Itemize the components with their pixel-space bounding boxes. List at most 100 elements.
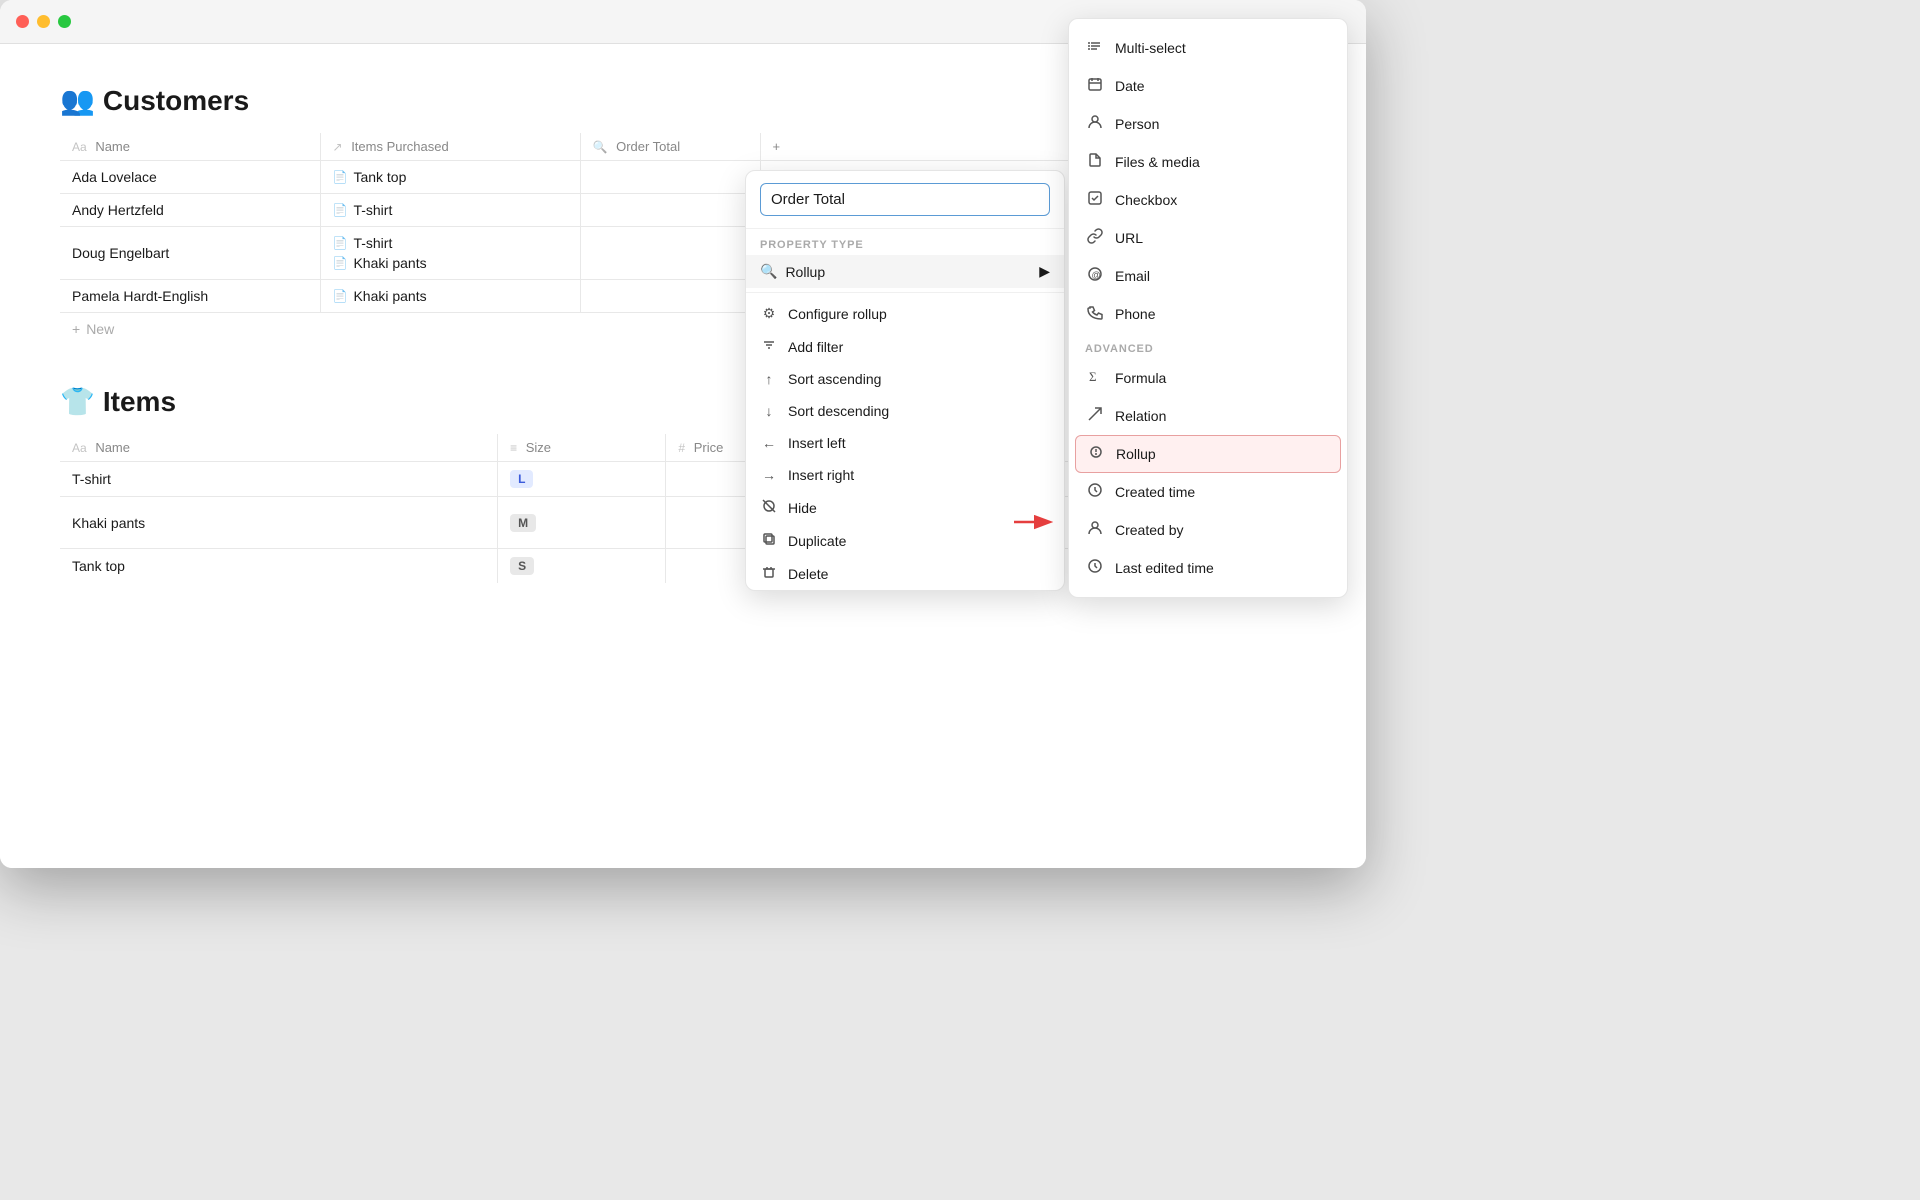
customers-emoji: 👥: [60, 84, 95, 117]
app-window: 👥 Customers ··· Aa Name ↗ I: [0, 0, 1366, 868]
date-icon: [1085, 76, 1105, 96]
created-time-label: Created time: [1115, 484, 1195, 500]
last-edited-time-option[interactable]: Last edited time: [1069, 549, 1347, 587]
name-col-icon: Aa: [72, 140, 87, 154]
customer-name-pamela: Pamela Hardt-English: [60, 280, 320, 313]
items-title-text: Items: [103, 386, 176, 418]
relation-option[interactable]: Relation: [1069, 397, 1347, 435]
svg-text:@: @: [1092, 270, 1101, 280]
person-option[interactable]: Person: [1069, 105, 1347, 143]
item-doc-icon: 📄: [333, 203, 348, 217]
add-filter-label: Add filter: [788, 339, 843, 355]
item-name-tshirt: T-shirt: [60, 462, 498, 497]
menu-divider: [746, 292, 1064, 293]
column-name-input[interactable]: [760, 183, 1050, 216]
gear-icon: ⚙: [760, 305, 778, 322]
customers-col-name[interactable]: Aa Name: [60, 133, 320, 161]
insert-right-icon: →: [760, 467, 778, 483]
phone-label: Phone: [1115, 306, 1155, 322]
configure-rollup-label: Configure rollup: [788, 306, 887, 322]
last-edited-time-icon: [1085, 558, 1105, 578]
multiselect-option[interactable]: Multi-select: [1069, 29, 1347, 67]
column-name-input-row: [746, 171, 1064, 229]
items-col-size-label: Size: [526, 440, 551, 455]
trash-icon: [760, 565, 778, 582]
items-col-size[interactable]: ≡ Size: [498, 434, 666, 462]
sort-descending-label: Sort descending: [788, 403, 889, 419]
insert-left-item[interactable]: ← Insert left: [746, 427, 1064, 459]
sort-desc-icon: ↓: [760, 403, 778, 419]
created-by-option[interactable]: Created by: [1069, 511, 1347, 549]
delete-item[interactable]: Delete: [746, 557, 1064, 590]
price-col-icon: #: [678, 441, 685, 455]
created-time-icon: [1085, 482, 1105, 502]
customers-col-items-label: Items Purchased: [351, 139, 449, 154]
item-name-tanktop: Tank top: [60, 549, 498, 584]
rollup-arrow-indicator: [1010, 508, 1058, 536]
filter-icon: [760, 338, 778, 355]
customers-col-total[interactable]: 🔍 Order Total: [580, 133, 760, 161]
formula-icon: Σ: [1085, 368, 1105, 388]
sort-ascending-item[interactable]: ↑ Sort ascending: [746, 363, 1064, 395]
sort-ascending-label: Sort ascending: [788, 371, 881, 387]
url-icon: [1085, 228, 1105, 248]
relation-icon: [1085, 406, 1105, 426]
checkbox-option[interactable]: Checkbox: [1069, 181, 1347, 219]
customer-items-pamela: 📄 Khaki pants: [320, 280, 580, 313]
files-media-label: Files & media: [1115, 154, 1200, 170]
formula-option[interactable]: Σ Formula: [1069, 359, 1347, 397]
chevron-right-icon: ▶: [1039, 263, 1050, 280]
created-time-option[interactable]: Created time: [1069, 473, 1347, 511]
customers-col-items[interactable]: ↗ Items Purchased: [320, 133, 580, 161]
url-label: URL: [1115, 230, 1143, 246]
rollup-icon: [1086, 444, 1106, 464]
close-button[interactable]: [16, 15, 29, 28]
item-size-tshirt: L: [498, 462, 666, 497]
sort-descending-item[interactable]: ↓ Sort descending: [746, 395, 1064, 427]
formula-label: Formula: [1115, 370, 1166, 386]
name-col-icon: Aa: [72, 441, 87, 455]
item-size-tanktop: S: [498, 549, 666, 584]
url-option[interactable]: URL: [1069, 219, 1347, 257]
property-type-selector[interactable]: 🔍 Rollup ▶: [746, 255, 1064, 288]
insert-right-label: Insert right: [788, 467, 854, 483]
minimize-button[interactable]: [37, 15, 50, 28]
items-col-name[interactable]: Aa Name: [60, 434, 498, 462]
size-col-icon: ≡: [510, 441, 517, 455]
size-badge: M: [510, 514, 536, 532]
duplicate-label: Duplicate: [788, 533, 846, 549]
date-option[interactable]: Date: [1069, 67, 1347, 105]
advanced-label: ADVANCED: [1069, 333, 1347, 359]
customer-items-andy: 📄 T-shirt: [320, 194, 580, 227]
item-name-khaki: Khaki pants: [60, 497, 498, 549]
size-badge: L: [510, 470, 533, 488]
customers-title-text: Customers: [103, 85, 249, 117]
customer-name-andy: Andy Hertzfeld: [60, 194, 320, 227]
customers-col-name-label: Name: [95, 139, 130, 154]
rollup-label: Rollup: [1116, 446, 1156, 462]
configure-rollup-item[interactable]: ⚙ Configure rollup: [746, 297, 1064, 330]
insert-right-item[interactable]: → Insert right: [746, 459, 1064, 491]
plus-icon: +: [72, 321, 80, 337]
email-option[interactable]: @ Email: [1069, 257, 1347, 295]
delete-label: Delete: [788, 566, 828, 582]
phone-icon: [1085, 304, 1105, 324]
customer-items-ada: 📄 Tank top: [320, 161, 580, 194]
person-icon: [1085, 114, 1105, 134]
insert-left-icon: ←: [760, 435, 778, 451]
item-doc-icon: 📄: [333, 289, 348, 303]
rollup-search-icon: 🔍: [760, 263, 777, 280]
maximize-button[interactable]: [58, 15, 71, 28]
phone-option[interactable]: Phone: [1069, 295, 1347, 333]
customer-name-doug: Doug Engelbart: [60, 227, 320, 280]
items-col-icon: ↗: [333, 140, 343, 154]
items-col-price-label: Price: [694, 440, 724, 455]
files-icon: [1085, 152, 1105, 172]
item-size-khaki: M: [498, 497, 666, 549]
add-filter-item[interactable]: Add filter: [746, 330, 1064, 363]
rollup-option[interactable]: Rollup: [1075, 435, 1341, 473]
files-media-option[interactable]: Files & media: [1069, 143, 1347, 181]
total-col-icon: 🔍: [593, 140, 608, 154]
email-icon: @: [1085, 266, 1105, 286]
relation-label: Relation: [1115, 408, 1166, 424]
